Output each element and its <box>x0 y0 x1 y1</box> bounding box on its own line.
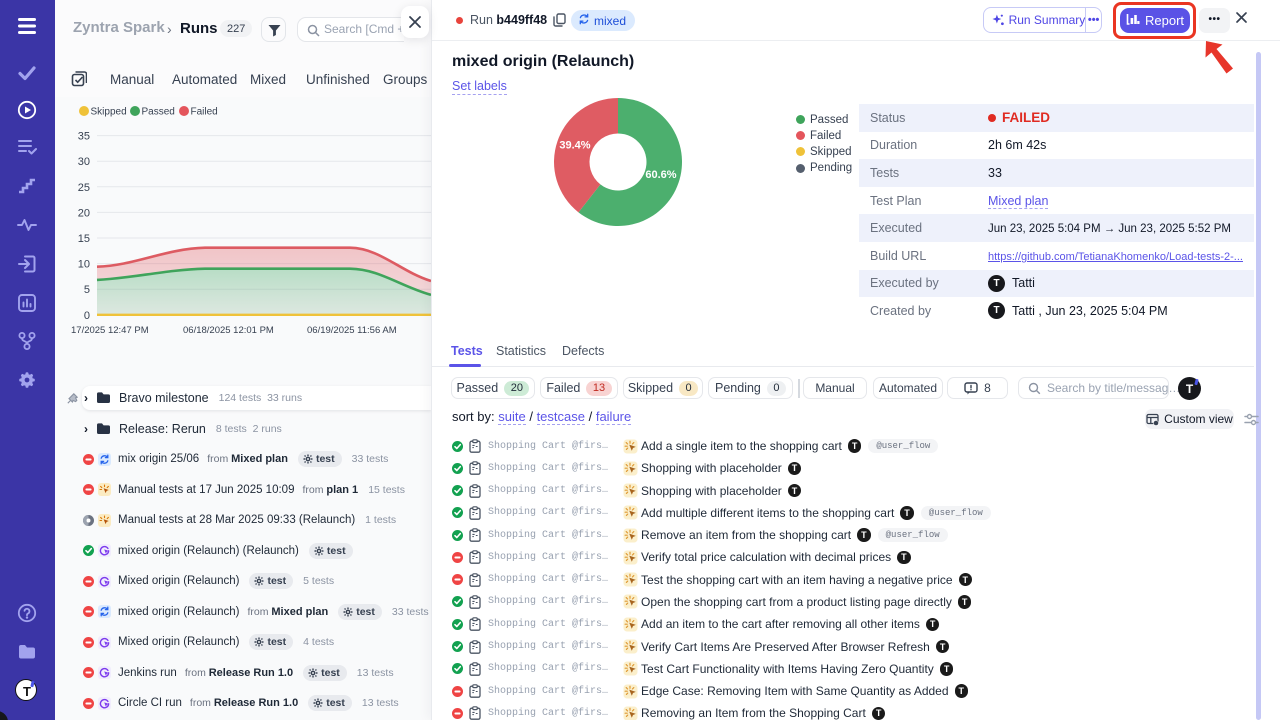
svg-text:15: 15 <box>78 233 90 245</box>
svg-text:17/2025 12:47 PM: 17/2025 12:47 PM <box>71 325 149 336</box>
svg-text:0: 0 <box>84 310 90 322</box>
svg-text:06/18/2025 12:01 PM: 06/18/2025 12:01 PM <box>183 325 274 336</box>
svg-text:Passed: Passed <box>142 107 175 118</box>
svg-text:60.6%: 60.6% <box>645 169 676 181</box>
svg-text:Failed: Failed <box>191 107 218 118</box>
svg-text:20: 20 <box>78 207 90 219</box>
svg-text:25: 25 <box>78 182 90 194</box>
svg-text:10: 10 <box>78 259 90 271</box>
svg-text:5: 5 <box>84 284 90 296</box>
svg-text:39.4%: 39.4% <box>559 140 590 152</box>
svg-text:30: 30 <box>78 156 90 168</box>
svg-text:06/19/2025 11:56 AM: 06/19/2025 11:56 AM <box>307 325 397 336</box>
svg-text:35: 35 <box>78 131 90 143</box>
svg-text:Skipped: Skipped <box>91 107 127 118</box>
